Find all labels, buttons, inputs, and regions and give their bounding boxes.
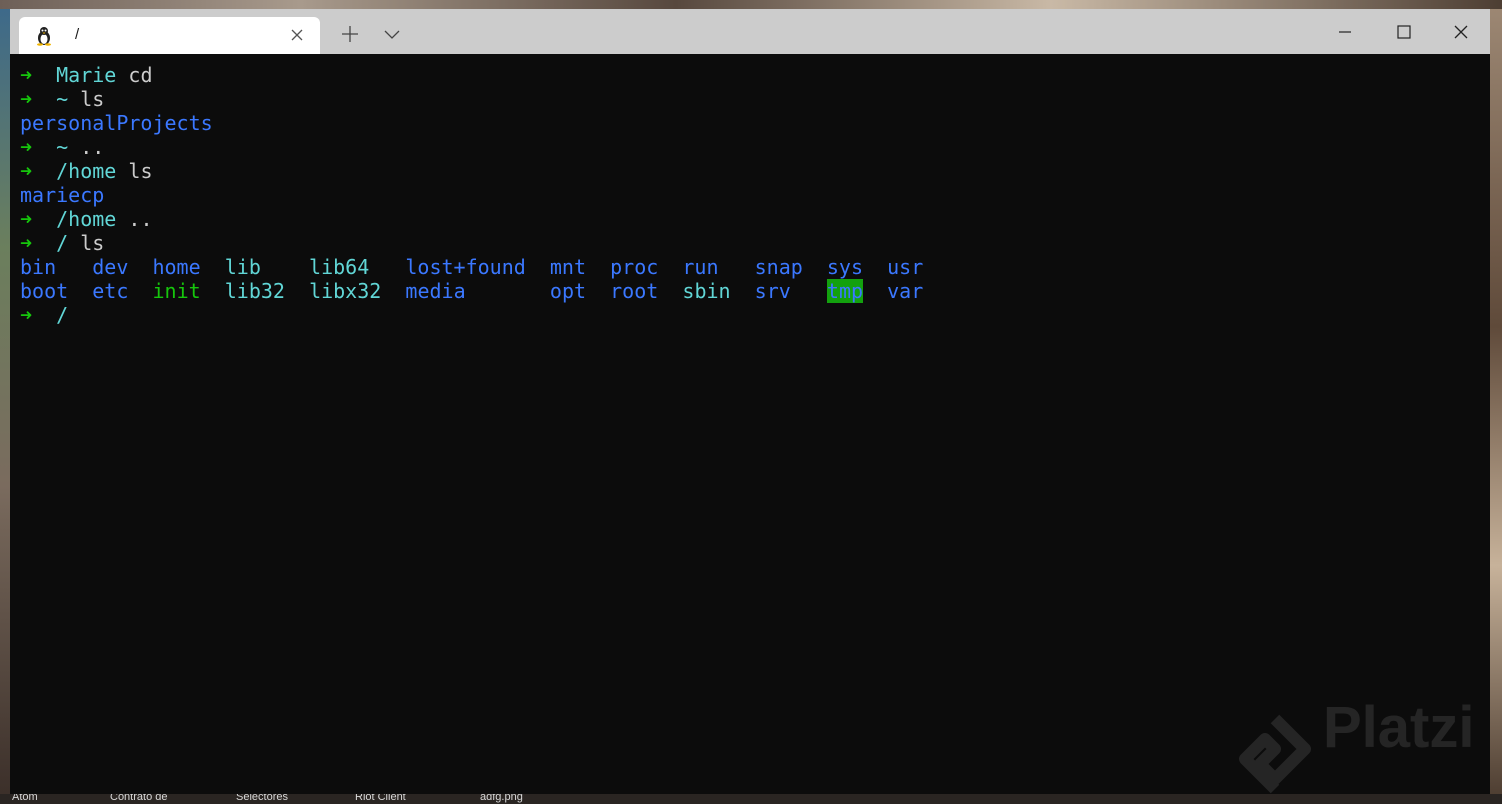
dir-entry: snap xyxy=(754,255,803,279)
prompt-arrow-icon: ➜ xyxy=(20,159,33,183)
ls-listing-row: boot etc init lib32 libx32 media opt roo… xyxy=(20,279,923,303)
tab-active[interactable]: / xyxy=(19,17,320,54)
dir-entry: bin xyxy=(20,255,57,279)
prompt-arrow-icon: ➜ xyxy=(20,135,33,159)
desktop-icon-label[interactable]: Riot Client xyxy=(355,794,406,803)
title-bar[interactable]: / xyxy=(10,9,1490,54)
maximize-icon[interactable] xyxy=(1380,19,1426,45)
prompt-path: / xyxy=(56,231,69,255)
dir-entry: var xyxy=(887,279,924,303)
executable-entry: init xyxy=(152,279,201,303)
terminal-output[interactable]: ➜ Marie cd ➜ ~ ls personalProjects ➜ ~ .… xyxy=(10,54,1490,794)
platzi-logo-icon xyxy=(1239,714,1311,794)
prompt-path: / xyxy=(56,303,69,327)
prompt-path: ~ xyxy=(56,135,69,159)
desktop-icon-labels: Atom Contrato de Selectores Riot Client … xyxy=(0,794,1502,804)
symlink-entry: lib32 xyxy=(224,279,285,303)
ls-listing-row: bin dev home lib lib64 lost+found mnt pr… xyxy=(20,255,923,279)
symlink-entry: sbin xyxy=(682,279,731,303)
dir-entry: root xyxy=(610,279,659,303)
desktop-icon-label[interactable]: Contrato de xyxy=(110,794,167,803)
terminal-line: ➜ /home .. xyxy=(20,207,152,231)
terminal-line: ➜ Marie cd xyxy=(20,63,152,87)
desktop-background-right xyxy=(1490,9,1502,804)
desktop-icon-label[interactable]: Atom xyxy=(12,794,38,803)
symlink-entry: lib xyxy=(224,255,261,279)
new-tab-icon[interactable] xyxy=(338,24,362,44)
dir-entry: sys xyxy=(826,255,864,279)
platzi-watermark: Platzi xyxy=(1235,695,1485,794)
linux-penguin-icon xyxy=(37,27,51,46)
command-text: .. xyxy=(68,135,105,159)
terminal-line: ➜ ~ .. xyxy=(20,135,104,159)
dir-entry: boot xyxy=(20,279,69,303)
dir-entry: opt xyxy=(549,279,587,303)
desktop-background-left xyxy=(0,9,10,804)
prompt-path: Marie xyxy=(56,63,117,87)
symlink-entry: lib64 xyxy=(309,255,370,279)
symlink-entry: libx32 xyxy=(309,279,382,303)
close-window-icon[interactable] xyxy=(1438,19,1484,45)
dir-entry: dev xyxy=(92,255,129,279)
dir-entry: run xyxy=(682,255,719,279)
minimize-icon[interactable] xyxy=(1322,19,1368,45)
dir-entry: usr xyxy=(887,255,924,279)
dir-entry: mnt xyxy=(549,255,587,279)
terminal-line: ➜ /home ls xyxy=(20,159,152,183)
command-text: ls xyxy=(116,159,153,183)
chevron-down-icon[interactable] xyxy=(382,26,402,42)
prompt-arrow-icon: ➜ xyxy=(20,87,33,111)
close-tab-icon[interactable] xyxy=(289,27,305,43)
prompt-path: ~ xyxy=(56,87,69,111)
terminal-line: ➜ / ls xyxy=(20,231,104,255)
command-text: cd xyxy=(116,63,153,87)
prompt-path: /home xyxy=(56,207,117,231)
command-text: ls xyxy=(68,87,105,111)
dir-entry: srv xyxy=(754,279,791,303)
prompt-arrow-icon: ➜ xyxy=(20,63,33,87)
dir-entry: proc xyxy=(610,255,659,279)
prompt-arrow-icon: ➜ xyxy=(20,207,33,231)
terminal-line: ➜ ~ ls xyxy=(20,87,104,111)
command-text: ls xyxy=(68,231,105,255)
output-line: mariecp xyxy=(20,183,105,207)
dir-entry: lost+found xyxy=(405,255,526,279)
dir-entry: media xyxy=(405,279,466,303)
dir-entry: home xyxy=(152,255,201,279)
prompt-arrow-icon: ➜ xyxy=(20,231,33,255)
sticky-dir-entry: tmp xyxy=(826,279,864,303)
desktop-icon-label[interactable]: adfg.png xyxy=(480,794,523,803)
output-line: personalProjects xyxy=(20,111,213,135)
command-text: .. xyxy=(116,207,153,231)
tab-title: / xyxy=(75,26,80,43)
prompt-path: /home xyxy=(56,159,117,183)
desktop-icon-label[interactable]: Selectores xyxy=(236,794,288,803)
terminal-line: ➜ / xyxy=(20,303,68,327)
terminal-window: / ➜ Marie cd ➜ ~ ls personalProjects ➜ ~… xyxy=(10,9,1490,794)
dir-entry: etc xyxy=(92,279,129,303)
desktop-background-top xyxy=(0,0,1502,9)
watermark-text: Platzi xyxy=(1323,695,1475,760)
prompt-arrow-icon: ➜ xyxy=(20,303,33,327)
